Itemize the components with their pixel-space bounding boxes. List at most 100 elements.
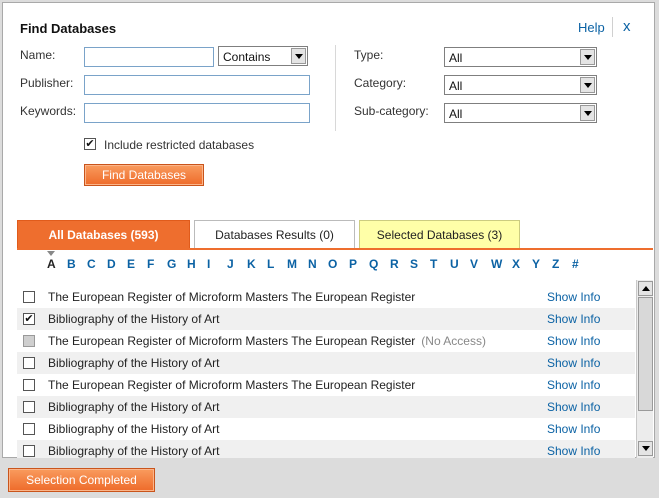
- letter-b[interactable]: B: [67, 257, 87, 271]
- letter-i[interactable]: I: [207, 257, 227, 271]
- tab-underline: [17, 248, 653, 250]
- current-letter-marker: [47, 251, 55, 256]
- database-name-text: The European Register of Microform Maste…: [48, 334, 416, 348]
- show-info-link[interactable]: Show Info: [547, 334, 600, 348]
- row-checkbox[interactable]: [23, 423, 35, 435]
- letter-p[interactable]: P: [349, 257, 369, 271]
- show-info-link[interactable]: Show Info: [547, 422, 600, 436]
- subcategory-select[interactable]: All: [444, 103, 597, 123]
- tab-databases-results[interactable]: Databases Results (0): [194, 220, 355, 248]
- keywords-input[interactable]: [84, 103, 310, 123]
- table-row: The European Register of Microform Maste…: [17, 286, 635, 308]
- table-row: The European Register of Microform Maste…: [17, 330, 635, 352]
- subcategory-select-value: All: [449, 107, 463, 121]
- letter-o[interactable]: O: [328, 257, 349, 271]
- no-access-note: (No Access): [421, 334, 486, 348]
- table-row: ✔ Bibliography of the History of Art Sho…: [17, 308, 635, 330]
- letter-k[interactable]: K: [247, 257, 267, 271]
- letter-r[interactable]: R: [390, 257, 410, 271]
- find-databases-dialog: Find Databases Help x Name: Contains Pub…: [2, 2, 655, 458]
- database-name: Bibliography of the History of Art: [48, 356, 220, 370]
- type-select[interactable]: All: [444, 47, 597, 67]
- database-name: Bibliography of the History of Art: [48, 400, 220, 414]
- letter-a[interactable]: A: [47, 257, 67, 271]
- letter-l[interactable]: L: [267, 257, 287, 271]
- tab-all-databases[interactable]: All Databases (593): [17, 220, 190, 248]
- letter-v[interactable]: V: [470, 257, 491, 271]
- include-restricted-checkbox[interactable]: ✔: [84, 138, 96, 150]
- letter-hash[interactable]: #: [572, 257, 592, 271]
- show-info-link[interactable]: Show Info: [547, 444, 600, 458]
- row-checkbox[interactable]: [23, 401, 35, 413]
- table-row: Bibliography of the History of Art Show …: [17, 396, 635, 418]
- show-info-link[interactable]: Show Info: [547, 290, 600, 304]
- tab-selected-databases[interactable]: Selected Databases (3): [359, 220, 520, 248]
- letter-w[interactable]: W: [491, 257, 512, 271]
- letter-x[interactable]: X: [512, 257, 532, 271]
- selection-completed-button[interactable]: Selection Completed: [8, 468, 155, 492]
- show-info-link[interactable]: Show Info: [547, 378, 600, 392]
- letter-j[interactable]: J: [227, 257, 247, 271]
- table-row: Bibliography of the History of Art Show …: [17, 418, 635, 440]
- letter-u[interactable]: U: [450, 257, 470, 271]
- database-name: The European Register of Microform Maste…: [48, 290, 416, 304]
- letter-z[interactable]: Z: [552, 257, 572, 271]
- show-info-link[interactable]: Show Info: [547, 312, 600, 326]
- chevron-down-icon[interactable]: [580, 105, 595, 121]
- keywords-label: Keywords:: [20, 104, 77, 118]
- letter-g[interactable]: G: [167, 257, 187, 271]
- match-select-value: Contains: [223, 50, 271, 64]
- list-scrollbar[interactable]: [636, 280, 653, 458]
- arrow-up-icon[interactable]: [638, 281, 653, 296]
- letter-d[interactable]: D: [107, 257, 127, 271]
- database-name: The European Register of Microform Maste…: [48, 378, 416, 392]
- chevron-down-icon[interactable]: [580, 77, 595, 93]
- letter-h[interactable]: H: [187, 257, 207, 271]
- arrow-down-icon[interactable]: [638, 441, 653, 456]
- letter-y[interactable]: Y: [532, 257, 552, 271]
- form-divider: [335, 45, 336, 131]
- chevron-down-icon[interactable]: [580, 49, 595, 65]
- letter-t[interactable]: T: [430, 257, 450, 271]
- letter-f[interactable]: F: [147, 257, 167, 271]
- row-checkbox[interactable]: [23, 445, 35, 457]
- check-icon: ✔: [85, 138, 95, 150]
- chevron-down-icon[interactable]: [291, 48, 306, 64]
- type-select-value: All: [449, 51, 463, 65]
- find-databases-button[interactable]: Find Databases: [84, 164, 204, 186]
- help-link[interactable]: Help: [578, 20, 605, 35]
- match-select[interactable]: Contains: [218, 46, 308, 66]
- table-row: Bibliography of the History of Art Show …: [17, 352, 635, 374]
- letter-c[interactable]: C: [87, 257, 107, 271]
- database-name: Bibliography of the History of Art: [48, 422, 220, 436]
- letter-q[interactable]: Q: [369, 257, 390, 271]
- letter-s[interactable]: S: [410, 257, 430, 271]
- include-restricted-label: Include restricted databases: [104, 138, 255, 152]
- database-list: The European Register of Microform Maste…: [17, 286, 635, 458]
- row-checkbox[interactable]: ✔: [23, 313, 35, 325]
- database-name: Bibliography of the History of Art: [48, 444, 220, 458]
- letter-e[interactable]: E: [127, 257, 147, 271]
- table-row: The European Register of Microform Maste…: [17, 374, 635, 396]
- show-info-link[interactable]: Show Info: [547, 400, 600, 414]
- row-checkbox[interactable]: [23, 379, 35, 391]
- alphabet-nav: A B C D E F G H I J K L M N O P Q R S T …: [47, 257, 592, 271]
- show-info-link[interactable]: Show Info: [547, 356, 600, 370]
- subcategory-label: Sub-category:: [354, 104, 429, 118]
- check-icon: ✔: [24, 313, 34, 325]
- letter-n[interactable]: N: [308, 257, 328, 271]
- scrollbar-thumb[interactable]: [638, 297, 653, 411]
- name-input[interactable]: [84, 47, 214, 67]
- row-checkbox[interactable]: [23, 291, 35, 303]
- header-divider: [612, 17, 613, 37]
- publisher-label: Publisher:: [20, 76, 74, 90]
- close-button[interactable]: x: [623, 18, 631, 35]
- row-checkbox[interactable]: [23, 357, 35, 369]
- dialog-title: Find Databases: [20, 21, 117, 36]
- letter-m[interactable]: M: [287, 257, 308, 271]
- category-select-value: All: [449, 79, 463, 93]
- row-checkbox-disabled: [23, 335, 35, 347]
- type-label: Type:: [354, 48, 384, 62]
- publisher-input[interactable]: [84, 75, 310, 95]
- category-select[interactable]: All: [444, 75, 597, 95]
